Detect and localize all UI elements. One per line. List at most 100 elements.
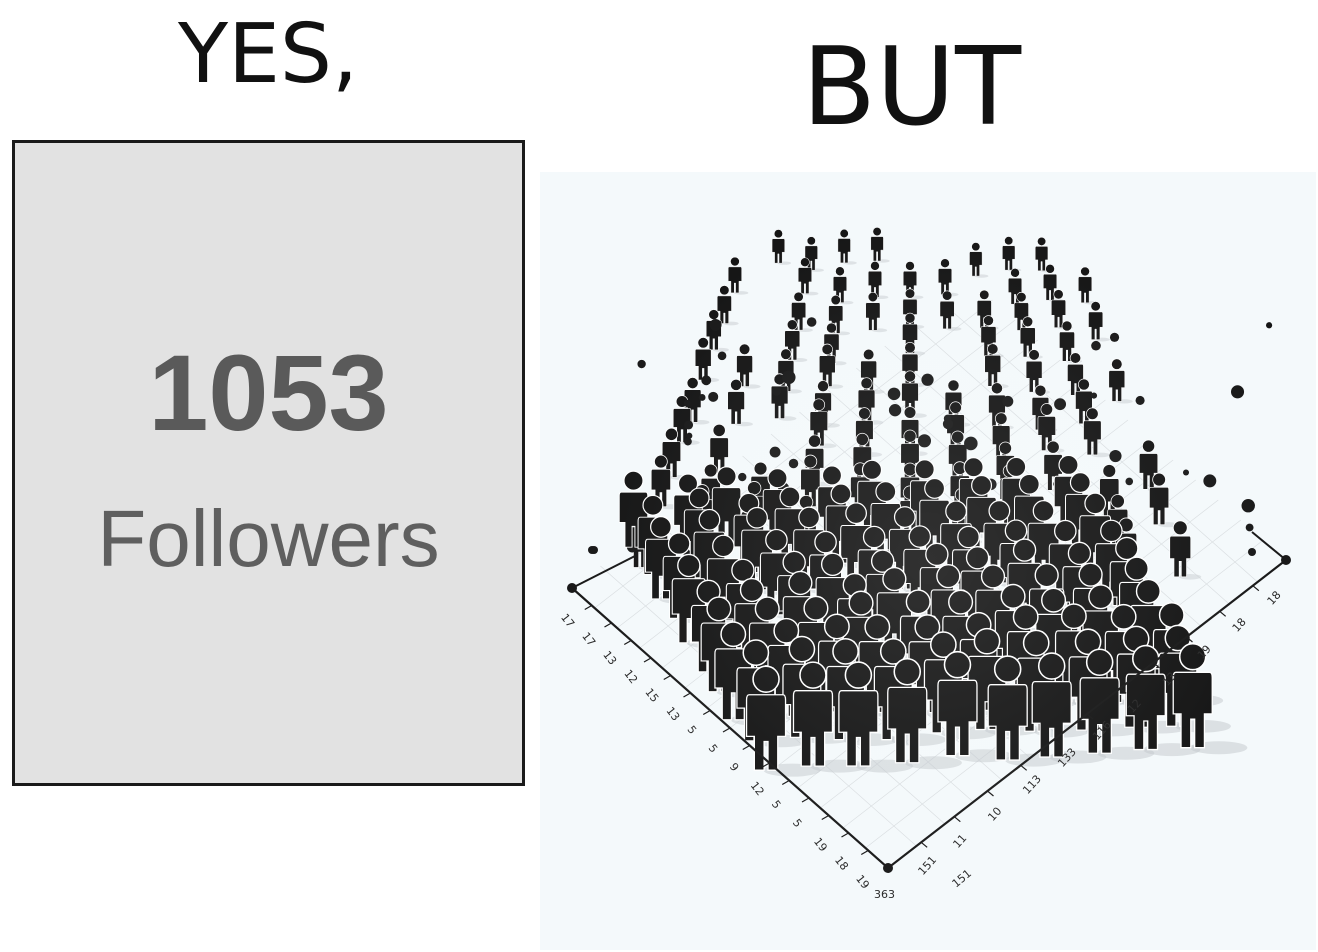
far-person-icon [1035,236,1049,271]
left-axis-tick-label: 5 [790,817,805,831]
figure-head [1016,292,1027,303]
figure-head [1032,500,1055,522]
floating-dot [1054,398,1067,411]
axis-tick [1219,610,1227,617]
axis-tick [953,816,961,823]
figure-head [983,315,994,326]
figure-head [963,457,984,478]
left-axis-tick-label: 12 [621,667,640,686]
figure-head [855,432,869,446]
figure-head [817,380,829,393]
left-axis-tick-label: 5 [769,798,784,812]
figure-head [780,348,792,360]
far-person-icon [868,261,882,298]
figure-head [987,343,999,355]
floating-dot [1182,469,1190,476]
right-axis-tick-label: 151 [916,853,940,877]
floating-dot [683,437,692,446]
left-axis-tick-label: 17 [579,630,598,649]
corner-label: 363 [874,888,895,901]
right-axis-tick-label: 11 [950,832,969,851]
figure-head [863,348,875,361]
figure-head [1045,264,1055,274]
far-person-icon [1108,358,1126,402]
floating-dot [684,420,694,430]
axis-tick [683,692,691,698]
figure-head [806,236,816,246]
figure-head [1110,494,1125,509]
axis-corner-dot [588,546,596,554]
figure-body [716,295,732,324]
figure-head [782,550,806,575]
floating-dot [917,434,932,448]
corner-label: 151 [950,867,974,890]
axis-line [571,555,636,589]
axis-tick [987,790,994,797]
left-axis-tick-label: 18 [832,854,851,873]
floating-dot [738,472,747,482]
figure-head [1135,578,1161,604]
figure-head [980,564,1006,589]
figure-head [716,466,737,487]
figure-body [1002,245,1016,271]
figure-head [905,261,915,271]
axis-corner-dot [1281,555,1291,565]
figure-head [730,256,740,267]
floating-dot [1245,523,1254,532]
figure-head [677,553,701,578]
figure-head [905,589,931,615]
figure-head [1053,519,1077,543]
figure-head [719,285,730,296]
figure-head [1046,440,1060,454]
axis-tick [584,604,593,611]
floating-dot [942,418,954,430]
figure-body [837,238,851,264]
figure-head [957,525,980,549]
figure-head [1061,320,1073,332]
figure-head [971,242,981,252]
floating-dot [683,399,691,407]
figure-head [812,398,826,411]
axis-tick [643,657,652,663]
floating-dot [806,317,817,327]
floating-dot [1241,498,1255,513]
figure-body [838,690,879,767]
figure-head [754,596,780,622]
figure-head [904,288,916,299]
figure-head [1058,454,1079,475]
figure-head [742,639,770,667]
left-axis-tick-label: 13 [600,649,619,668]
figure-head [904,342,916,354]
figure-head [767,468,788,489]
figure-head [826,322,837,334]
figure-head [1004,519,1028,542]
figure-head [788,570,813,596]
figure-head [779,486,801,508]
figure-head [830,294,841,306]
axis-line [1251,531,1287,561]
floating-dot [1230,385,1245,399]
far-person-icon [969,242,983,277]
figure-head [1000,583,1026,609]
floating-dot [701,375,712,386]
figure-head [786,319,798,331]
figure-head [862,525,886,549]
far-person-icon [771,229,785,264]
figure-body [870,236,884,262]
figure-head [686,377,699,389]
figure-head [908,525,932,548]
floating-dot [708,391,719,402]
far-person-icon [1078,266,1093,304]
figure-head [903,429,917,443]
figure-body [694,348,712,381]
left-axis-tick-label: 13 [664,705,683,724]
figure-head [808,434,822,448]
figure-head [867,291,878,303]
far-person-icon [716,285,732,324]
axis-corner-dot [567,583,577,593]
figure-head [951,430,965,444]
figure-head [1124,556,1149,581]
figure-head [945,500,967,523]
figure-head [893,657,922,686]
figure-body [771,238,785,264]
